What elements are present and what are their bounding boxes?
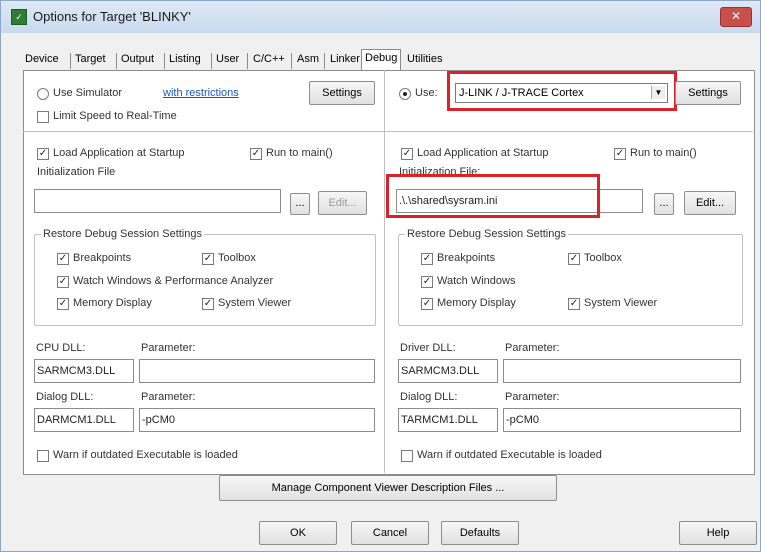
right-warn-checkbox[interactable]: [401, 450, 413, 462]
right-browse-button[interactable]: ...: [654, 193, 674, 215]
right-watch-checkbox[interactable]: ✓: [421, 276, 433, 288]
cpu-param-input[interactable]: [139, 359, 375, 383]
with-restrictions-link[interactable]: with restrictions: [163, 87, 239, 99]
left-sysviewer-label: System Viewer: [218, 297, 292, 309]
right-toolbox-checkbox[interactable]: ✓: [568, 253, 580, 265]
tab-device[interactable]: Device: [25, 53, 59, 70]
ok-button[interactable]: OK: [259, 521, 337, 545]
left-warn-checkbox[interactable]: [37, 450, 49, 462]
right-sysviewer-checkbox[interactable]: ✓: [568, 298, 580, 310]
right-memory-checkbox[interactable]: ✓: [421, 298, 433, 310]
left-dialog-dll-label: Dialog DLL:: [36, 391, 94, 403]
tab-separator: [116, 53, 117, 69]
use-label: Use:: [415, 87, 438, 99]
left-load-app-label: Load Application at Startup: [53, 147, 185, 159]
title-bar: ✓ Options for Target 'BLINKY' ✕: [1, 1, 760, 33]
left-toolbox-checkbox[interactable]: ✓: [202, 253, 214, 265]
cpu-param-label: Parameter:: [141, 342, 196, 354]
init-file-highlight-box: [386, 174, 600, 218]
left-init-file-input[interactable]: [34, 189, 281, 213]
left-warn-label: Warn if outdated Executable is loaded: [53, 449, 238, 461]
cpu-dll-label: CPU DLL:: [36, 342, 86, 354]
left-memory-checkbox[interactable]: ✓: [57, 298, 69, 310]
limit-speed-label: Limit Speed to Real-Time: [53, 110, 177, 122]
driver-param-input[interactable]: [503, 359, 741, 383]
right-breakpoints-label: Breakpoints: [437, 252, 496, 264]
right-edit-button[interactable]: Edit...: [684, 191, 736, 215]
tab-separator: [291, 53, 292, 69]
use-debugger-radio[interactable]: [399, 88, 411, 100]
simulator-settings-button[interactable]: Settings: [309, 81, 375, 105]
section-separator: [23, 131, 753, 132]
driver-dll-label: Driver DLL:: [400, 342, 456, 354]
options-dialog: ✓ Options for Target 'BLINKY' ✕ Device T…: [0, 0, 761, 552]
manage-component-viewer-button[interactable]: Manage Component Viewer Description File…: [219, 475, 557, 501]
left-breakpoints-checkbox[interactable]: ✓: [57, 253, 69, 265]
right-load-app-label: Load Application at Startup: [417, 147, 549, 159]
close-button[interactable]: ✕: [720, 7, 752, 27]
debugger-settings-button[interactable]: Settings: [675, 81, 741, 105]
right-load-app-checkbox[interactable]: ✓: [401, 148, 413, 160]
right-restore-title: Restore Debug Session Settings: [405, 228, 568, 240]
use-simulator-label: Use Simulator: [53, 87, 123, 99]
driver-param-label: Parameter:: [505, 342, 560, 354]
right-memory-label: Memory Display: [437, 297, 516, 309]
limit-speed-checkbox[interactable]: [37, 111, 49, 123]
help-button[interactable]: Help: [679, 521, 757, 545]
tab-c-cpp[interactable]: C/C++: [253, 53, 285, 70]
tab-separator: [211, 53, 212, 69]
window-title: Options for Target 'BLINKY': [33, 9, 191, 24]
tab-separator: [70, 53, 71, 69]
left-sysviewer-checkbox[interactable]: ✓: [202, 298, 214, 310]
right-breakpoints-checkbox[interactable]: ✓: [421, 253, 433, 265]
right-watch-label: Watch Windows: [437, 275, 516, 287]
left-watch-checkbox[interactable]: ✓: [57, 276, 69, 288]
left-browse-button[interactable]: ...: [290, 193, 310, 215]
cancel-button[interactable]: Cancel: [351, 521, 429, 545]
right-dialog-param-input[interactable]: -pCM0: [503, 408, 741, 432]
tab-separator: [324, 53, 325, 69]
tab-utilities[interactable]: Utilities: [407, 53, 442, 70]
cpu-dll-input[interactable]: SARMCM3.DLL: [34, 359, 134, 383]
right-sysviewer-label: System Viewer: [584, 297, 658, 309]
left-restore-title: Restore Debug Session Settings: [41, 228, 204, 240]
right-toolbox-label: Toolbox: [584, 252, 622, 264]
defaults-button[interactable]: Defaults: [441, 521, 519, 545]
tab-target[interactable]: Target: [75, 53, 106, 70]
tab-asm[interactable]: Asm: [297, 53, 319, 70]
left-edit-button[interactable]: Edit...: [318, 191, 367, 215]
left-run-to-main-label: Run to main(): [266, 147, 333, 159]
left-dialog-param-input[interactable]: -pCM0: [139, 408, 375, 432]
left-load-app-checkbox[interactable]: ✓: [37, 148, 49, 160]
tab-output[interactable]: Output: [121, 53, 154, 70]
right-run-to-main-label: Run to main(): [630, 147, 697, 159]
left-run-to-main-checkbox[interactable]: ✓: [250, 148, 262, 160]
tab-separator: [164, 53, 165, 69]
use-simulator-radio[interactable]: [37, 88, 49, 100]
debugger-highlight-box: [447, 71, 677, 111]
left-init-file-label: Initialization File: [37, 166, 116, 178]
tab-separator: [247, 53, 248, 69]
right-dialog-param-label: Parameter:: [505, 391, 560, 403]
app-icon: ✓: [11, 9, 27, 25]
right-run-to-main-checkbox[interactable]: ✓: [614, 148, 626, 160]
right-warn-label: Warn if outdated Executable is loaded: [417, 449, 602, 461]
left-breakpoints-label: Breakpoints: [73, 252, 132, 264]
driver-dll-input[interactable]: SARMCM3.DLL: [398, 359, 498, 383]
right-dialog-dll-input[interactable]: TARMCM1.DLL: [398, 408, 498, 432]
left-memory-label: Memory Display: [73, 297, 152, 309]
tab-linker[interactable]: Linker: [330, 53, 360, 70]
tab-listing[interactable]: Listing: [169, 53, 201, 70]
left-dialog-param-label: Parameter:: [141, 391, 196, 403]
right-dialog-dll-label: Dialog DLL:: [400, 391, 458, 403]
left-watch-label: Watch Windows & Performance Analyzer: [73, 275, 274, 287]
left-dialog-dll-input[interactable]: DARMCM1.DLL: [34, 408, 134, 432]
left-toolbox-label: Toolbox: [218, 252, 256, 264]
tab-user[interactable]: User: [216, 53, 239, 70]
dialog-button-bar: OK Cancel Defaults Help: [1, 513, 760, 551]
